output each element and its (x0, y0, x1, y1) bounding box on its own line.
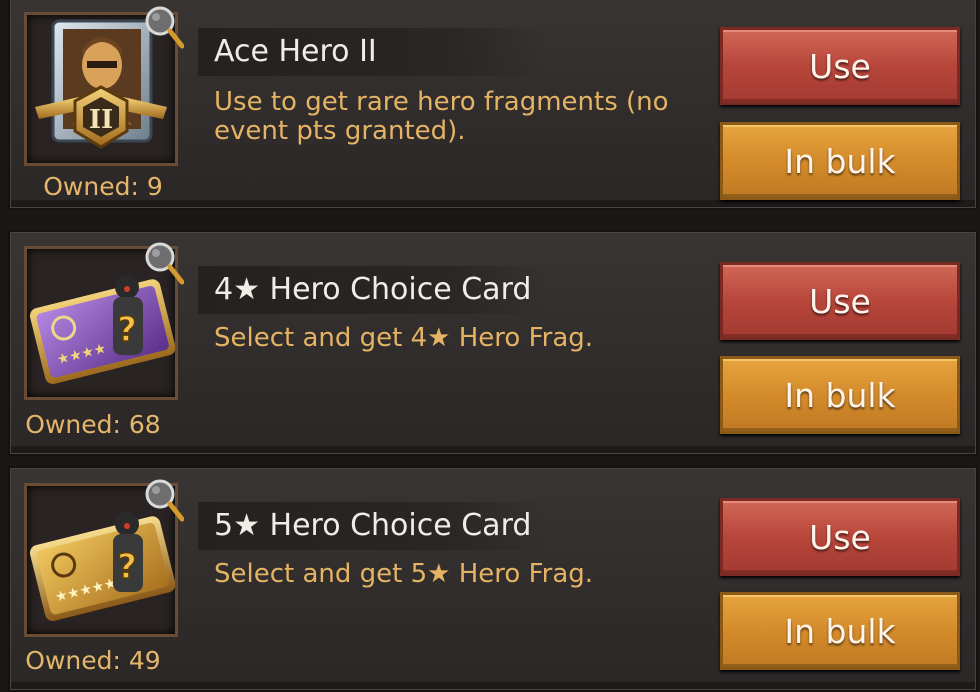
item-row: ★★★★ ? Owned: 68 4★ Hero Choice Card Sel… (8, 230, 978, 456)
use-button[interactable]: Use (720, 498, 960, 576)
owned-count: Owned: 9 (43, 172, 163, 201)
magnifier-icon[interactable] (144, 241, 184, 285)
use-button[interactable]: Use (720, 27, 960, 105)
in-bulk-button[interactable]: In bulk (720, 356, 960, 434)
owned-count: Owned: 49 (25, 646, 161, 675)
svg-text:?: ? (117, 547, 137, 587)
svg-text:?: ? (117, 310, 137, 350)
item-title: Ace Hero II (214, 34, 377, 69)
use-button[interactable]: Use (720, 262, 960, 340)
item-row: II Owned: 9 Ace Hero II Use to get rare … (8, 0, 978, 210)
item-description: Select and get 4★ Hero Frag. (214, 323, 594, 353)
item-title: 4★ Hero Choice Card (214, 272, 532, 307)
item-list: II Owned: 9 Ace Hero II Use to get rare … (0, 0, 980, 692)
owned-count: Owned: 68 (25, 410, 161, 439)
in-bulk-button[interactable]: In bulk (720, 122, 960, 200)
item-title: 5★ Hero Choice Card (214, 508, 532, 543)
magnifier-icon[interactable] (144, 5, 184, 49)
svg-text:II: II (89, 105, 113, 135)
in-bulk-button[interactable]: In bulk (720, 592, 960, 670)
item-row: ★★★★★ ? Owned: 49 5★ Hero Choice Card Se… (8, 466, 978, 692)
magnifier-icon[interactable] (144, 478, 184, 522)
item-description: Select and get 5★ Hero Frag. (214, 559, 594, 589)
item-description: Use to get rare hero fragments (no event… (214, 87, 669, 146)
